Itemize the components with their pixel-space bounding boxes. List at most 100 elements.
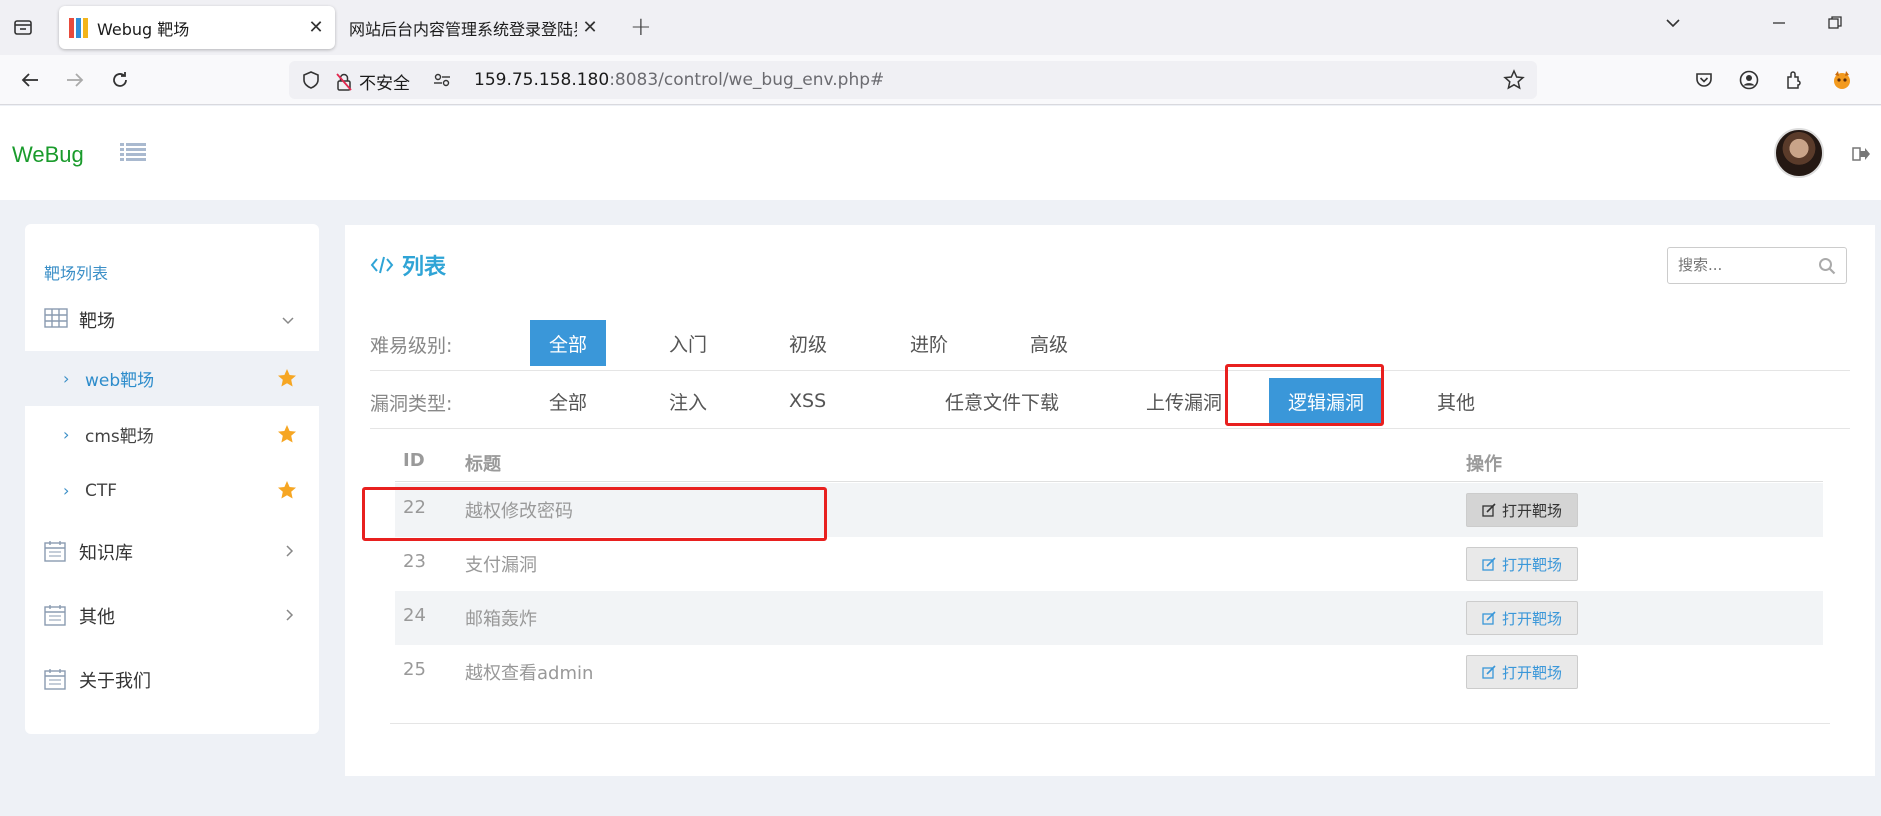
- insecure-lock-icon: [336, 72, 352, 91]
- sidebar-subitem-label: CTF: [85, 480, 118, 501]
- filter-label: 难易级别:: [370, 335, 453, 357]
- sidebar-item-label: 关于我们: [79, 671, 151, 692]
- open-range-label: 打开靶场: [1501, 609, 1562, 628]
- highlight-box-row-22: [362, 487, 827, 541]
- browser-tab-bar: Webug 靶场 ✕ 网站后台内容管理系统登录登陆界面 ✕ +: [0, 0, 1881, 55]
- user-avatar[interactable]: [1774, 128, 1824, 178]
- edit-icon: [1482, 611, 1496, 625]
- url-text[interactable]: 159.75.158.180:8083/control/we_bug_env.p…: [474, 70, 884, 90]
- star-icon: [277, 424, 297, 449]
- difficulty-option-all[interactable]: 全部: [530, 320, 607, 366]
- open-range-button[interactable]: 打开靶场: [1466, 601, 1578, 635]
- open-range-button[interactable]: 打开靶场: [1466, 655, 1578, 689]
- page-title: 列表: [370, 249, 446, 281]
- open-range-button[interactable]: 打开靶场: [1466, 547, 1578, 581]
- sidebar-item-label: 知识库: [79, 543, 133, 564]
- open-range-label: 打开靶场: [1501, 501, 1562, 520]
- sidebar: 靶场列表 靶场 › web靶场 › cms靶场 › CTF 知识库 其他 关于我…: [25, 224, 319, 734]
- url-host: 159.75.158.180: [474, 70, 610, 90]
- vuln-option-xss[interactable]: XSS: [770, 378, 845, 424]
- row-id: 23: [403, 551, 426, 572]
- sidebar-item-label: 靶场: [79, 311, 115, 332]
- chevron-right-icon: [285, 543, 295, 562]
- tab-title: Webug 靶场: [97, 19, 190, 39]
- chevron-right-icon: ›: [63, 481, 70, 500]
- sidebar-heading: 靶场列表: [44, 264, 109, 283]
- menu-list-icon[interactable]: [120, 142, 146, 166]
- vuln-option-other[interactable]: 其他: [1418, 378, 1494, 424]
- edit-icon: [1482, 557, 1496, 571]
- extension-fox-icon[interactable]: [1829, 67, 1855, 93]
- insecure-label: 不安全: [359, 74, 410, 94]
- search-input[interactable]: [1678, 248, 1818, 282]
- row-id: 24: [403, 605, 426, 626]
- difficulty-option-intro[interactable]: 入门: [650, 320, 726, 366]
- sidebar-subitem-web[interactable]: › web靶场: [25, 351, 319, 406]
- search-icon[interactable]: [1818, 257, 1836, 279]
- column-header-id: ID: [403, 450, 425, 471]
- bookmark-star-icon[interactable]: [1503, 69, 1525, 95]
- reload-icon[interactable]: [107, 67, 133, 93]
- filter-label: 漏洞类型:: [370, 393, 453, 415]
- edit-icon: [1482, 665, 1496, 679]
- vuln-option-injection[interactable]: 注入: [650, 378, 726, 424]
- sidebar-subitem-label: web靶场: [85, 371, 155, 391]
- search-box: [1667, 247, 1847, 284]
- row-title: 支付漏洞: [465, 555, 537, 576]
- vuln-option-all[interactable]: 全部: [530, 378, 606, 424]
- row-title: 越权查看admin: [465, 663, 594, 684]
- webug-favicon-icon: [69, 17, 89, 38]
- difficulty-option-advanced[interactable]: 进阶: [891, 320, 967, 366]
- star-icon: [277, 368, 297, 393]
- vuln-option-file-download[interactable]: 任意文件下载: [926, 378, 1078, 424]
- code-icon: [370, 256, 394, 274]
- difficulty-option-expert[interactable]: 高级: [1011, 320, 1087, 366]
- chevron-right-icon: [285, 607, 295, 626]
- edit-icon: [1482, 503, 1496, 517]
- open-range-label: 打开靶场: [1501, 663, 1562, 682]
- tab-cms-login[interactable]: 网站后台内容管理系统登录登陆界面 ✕: [337, 6, 609, 49]
- calendar-icon: [44, 668, 66, 695]
- close-icon[interactable]: ✕: [303, 17, 329, 38]
- permissions-icon[interactable]: [432, 70, 452, 94]
- sidebar-item-range[interactable]: 靶场: [25, 293, 319, 347]
- forward-arrow-icon[interactable]: [62, 67, 88, 93]
- sidebar-item-about[interactable]: 关于我们: [25, 653, 319, 707]
- difficulty-option-basic[interactable]: 初级: [770, 320, 846, 366]
- row-title: 邮箱轰炸: [465, 609, 537, 630]
- restore-icon[interactable]: [1826, 14, 1844, 37]
- close-icon[interactable]: ✕: [577, 17, 603, 38]
- tab-list-icon[interactable]: [12, 16, 36, 40]
- difficulty-filter: 难易级别: 全部 入门 初级 进阶 高级: [370, 313, 1850, 371]
- extensions-icon[interactable]: [1781, 67, 1807, 93]
- tab-webug[interactable]: Webug 靶场 ✕: [59, 6, 335, 49]
- sidebar-item-knowledge[interactable]: 知识库: [25, 525, 319, 579]
- tab-overflow-chevron-icon[interactable]: [1664, 14, 1682, 37]
- sidebar-subitem-label: cms靶场: [85, 427, 154, 447]
- webug-logo[interactable]: WeBug: [12, 142, 84, 168]
- vuln-type-filter: 漏洞类型: 全部 注入 XSS 任意文件下载 上传漏洞 逻辑漏洞 其他: [370, 371, 1850, 429]
- open-range-button[interactable]: 打开靶场: [1466, 493, 1578, 527]
- table-grid-icon: [44, 308, 68, 333]
- browser-nav-bar: 不安全 159.75.158.180:8083/control/we_bug_e…: [0, 55, 1881, 105]
- insecure-indicator[interactable]: 不安全: [335, 69, 410, 94]
- pocket-icon[interactable]: [1691, 67, 1717, 93]
- url-bar[interactable]: 不安全 159.75.158.180:8083/control/we_bug_e…: [289, 61, 1537, 99]
- sidebar-subitem-cms[interactable]: › cms靶场: [25, 407, 319, 462]
- table-header: ID 标题 操作: [395, 440, 1823, 482]
- open-range-label: 打开靶场: [1501, 555, 1562, 574]
- column-header-title: 标题: [465, 454, 501, 475]
- new-tab-plus-icon[interactable]: +: [630, 12, 652, 42]
- logout-icon[interactable]: [1852, 146, 1870, 166]
- tracking-shield-icon[interactable]: [301, 70, 321, 94]
- table-footer-divider: [390, 723, 1830, 724]
- tab-title: 网站后台内容管理系统登录登陆界面: [349, 19, 577, 39]
- star-icon: [277, 480, 297, 505]
- column-header-action: 操作: [1466, 454, 1502, 475]
- sidebar-subitem-ctf[interactable]: › CTF: [25, 463, 319, 518]
- account-icon[interactable]: [1736, 67, 1762, 93]
- back-arrow-icon[interactable]: [17, 67, 43, 93]
- sidebar-item-other[interactable]: 其他: [25, 589, 319, 643]
- vuln-option-upload[interactable]: 上传漏洞: [1127, 378, 1241, 424]
- minimize-icon[interactable]: [1770, 14, 1788, 37]
